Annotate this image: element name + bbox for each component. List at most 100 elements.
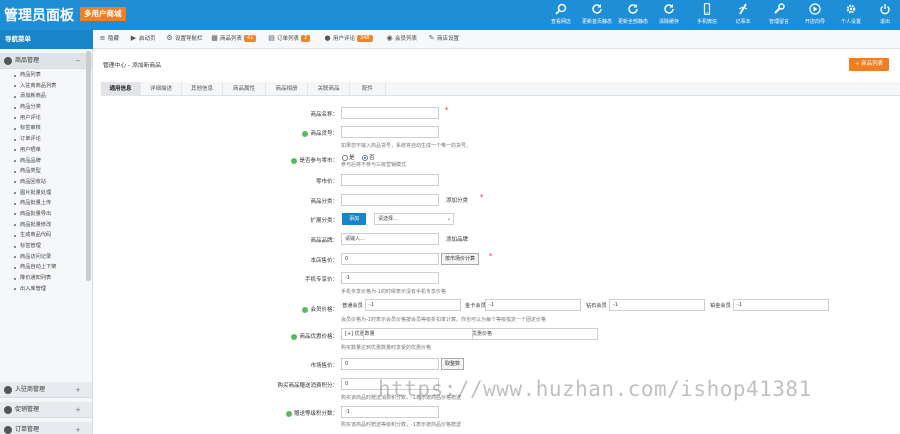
nav-member-list[interactable]: ◉ 会员列表 <box>386 30 417 49</box>
view-shop-button[interactable]: 查看网店 <box>544 2 578 28</box>
logout-button[interactable]: 退出 <box>870 2 900 28</box>
watermark: https://www.huzhan.com/ishop41381 <box>378 377 812 401</box>
mobile-price-input[interactable]: -1 <box>341 272 439 284</box>
sidebar-item[interactable]: 用户晒单 <box>0 145 86 156</box>
goods-sn-input[interactable] <box>341 126 439 138</box>
promo-price-label: 商品优惠价格： <box>198 332 338 340</box>
label-text: 商品货号： <box>310 131 338 137</box>
member-level-name: 钻石会员 <box>586 303 607 309</box>
sidebar-item[interactable]: 降价通知列表 <box>0 273 86 284</box>
sidebar-section-merchants[interactable]: 入驻商管理 + <box>0 382 92 398</box>
nav-user-comments[interactable]: ● 用户评论 348 <box>324 30 373 49</box>
sidebar-item[interactable]: 添加新商品 <box>0 91 86 102</box>
sidebar-item[interactable]: 商品品牌 <box>0 156 86 167</box>
tab-general[interactable]: 通用信息 <box>101 82 141 96</box>
sidebar-section-orders[interactable]: 订单管理 + <box>0 422 92 434</box>
sidebar-item[interactable]: 商品批量修改 <box>0 220 86 231</box>
shop-price-label: 本店售价： <box>310 258 338 264</box>
update-home-static-button[interactable]: 更新首页静态 <box>580 2 614 28</box>
brand-input[interactable]: 请输入... <box>341 233 439 245</box>
clear-cache-button[interactable]: 清除缓存 <box>652 2 686 28</box>
sidebar-item[interactable]: 商品列表 <box>0 70 86 81</box>
personal-settings-button[interactable]: 个人设置 <box>834 2 868 28</box>
nav-hide[interactable]: ≡ 隐藏 <box>99 30 119 49</box>
market-price-input[interactable] <box>341 174 439 186</box>
check-circle-icon <box>291 333 298 340</box>
goods-list-button[interactable]: + 商品列表 <box>849 58 889 71</box>
sidebar-item[interactable]: 商品类型 <box>0 166 86 177</box>
nav-label: 用户评论 <box>333 36 356 42</box>
section-label: 促销管理 <box>15 406 40 413</box>
mobile-price-label: 手机专享价： <box>304 277 338 283</box>
tab-attributes[interactable]: 商品属性 <box>223 82 266 96</box>
calc-by-market-button[interactable]: 按市场价计算 <box>441 253 480 265</box>
clipboard-icon: ▤ <box>268 34 275 42</box>
nav-order-list[interactable]: ▤ 订单列表 2 <box>268 30 311 49</box>
sidebar-item[interactable]: 商品分类 <box>0 102 86 113</box>
sidebar-scrollbar[interactable] <box>86 51 91 281</box>
add-ext-category-button[interactable]: 添加 <box>342 213 366 225</box>
tab-other-info[interactable]: 其他信息 <box>182 82 223 96</box>
sidebar-item[interactable]: 出入库管理 <box>0 284 86 295</box>
sidebar-section-goods[interactable]: 商品管理 − <box>0 53 92 69</box>
sidebar-item[interactable]: 订单评论 <box>0 134 86 145</box>
mkt-price-input[interactable]: 0 <box>341 358 439 370</box>
tab-description[interactable]: 详细描述 <box>141 82 182 96</box>
input-value: -1 <box>369 302 374 308</box>
give-points-label: 购买商品赠送消费积分： <box>277 383 338 389</box>
nav-goods-list[interactable]: ▦ 商品列表 41 <box>211 30 257 49</box>
sidebar-item[interactable]: 商品批量上传 <box>0 198 86 209</box>
sidebar-item[interactable]: 用户评论 <box>0 113 86 124</box>
brand-label: 商品品牌： <box>310 238 338 244</box>
market-price-label: 零市价： <box>315 179 338 185</box>
sidebar-item[interactable]: 商品访问记录 <box>0 252 86 263</box>
category-input[interactable] <box>341 194 439 206</box>
member-price-input-3[interactable]: -1 <box>609 299 705 311</box>
sidebar-item[interactable]: 商品批量导出 <box>0 209 86 220</box>
sidebar-item[interactable]: 图片批量处理 <box>0 188 86 199</box>
sidebar-item[interactable]: 标签审核 <box>0 123 86 134</box>
power-icon <box>880 4 890 15</box>
distrib-radio-yes[interactable]: 是 <box>342 153 355 161</box>
shop-wizard-button[interactable]: 开店向导 <box>798 2 832 28</box>
shop-price-input[interactable]: 0 <box>341 253 439 265</box>
distrib-radio-no[interactable]: 否 <box>362 153 375 161</box>
add-brand-link[interactable]: 添加品牌 <box>446 235 468 243</box>
sidebar-item[interactable]: 标签管理 <box>0 241 86 252</box>
rank-points-input[interactable]: -1 <box>341 406 439 418</box>
count-badge: 41 <box>244 35 257 42</box>
tab-related[interactable]: 关联商品 <box>308 82 350 96</box>
count-badge: 2 <box>301 35 311 42</box>
ext-category-select[interactable]: 请选择... ⌄ <box>374 213 454 225</box>
notepad-button[interactable]: 记事本 <box>726 2 760 28</box>
update-all-static-button[interactable]: 更新全部静态 <box>616 2 650 28</box>
member-price-input-1[interactable]: -1 <box>365 299 461 311</box>
nav-start-page[interactable]: ▶ 启动页 <box>130 30 156 49</box>
sidebar-item[interactable]: 商品回收站 <box>0 177 86 188</box>
tab-gallery[interactable]: 商品相册 <box>266 82 308 96</box>
nav-label: 商品列表 <box>220 36 243 42</box>
sidebar-item[interactable]: 商品自动上下架 <box>0 262 86 273</box>
round-integer-button[interactable]: 取整数 <box>441 358 465 370</box>
member-price-input-2[interactable]: -1 <box>485 299 581 311</box>
mobile-price-hint: 手机专享价格为-1的时候表示没有手机专享价格 <box>341 289 446 295</box>
menu-title: 导航菜单 <box>0 30 93 49</box>
promo-qty-input[interactable] <box>363 328 473 340</box>
mkt-price-label: 市场售价： <box>310 363 338 369</box>
form-tabs: 通用信息 详细描述 其他信息 商品属性 商品相册 关联商品 配件 <box>101 82 900 96</box>
tab-accessories[interactable]: 配件 <box>350 82 386 96</box>
required-mark: * <box>445 106 449 114</box>
nav-set-navbar[interactable]: ⚙ 设置导航栏 <box>166 30 202 49</box>
nav-shop-settings[interactable]: ✎ 商店设置 <box>428 30 459 49</box>
goods-name-input[interactable] <box>341 107 439 119</box>
users-icon <box>4 386 12 394</box>
sidebar-section-promotion[interactable]: 促销管理 + <box>0 402 92 418</box>
member-price-input-4[interactable]: -1 <box>733 299 829 311</box>
mobile-wechat-button[interactable]: 手机微信 <box>690 2 724 28</box>
manage-messages-button[interactable]: 管理留言 <box>762 2 796 28</box>
goods-sn-label: 商品货号： <box>198 129 338 137</box>
sidebar-item[interactable]: 入驻商商品列表 <box>0 81 86 92</box>
add-category-link[interactable]: 添加分类 <box>446 196 468 204</box>
sidebar-item[interactable]: 生成商品代码 <box>0 230 86 241</box>
input-value: -1 <box>489 302 494 308</box>
